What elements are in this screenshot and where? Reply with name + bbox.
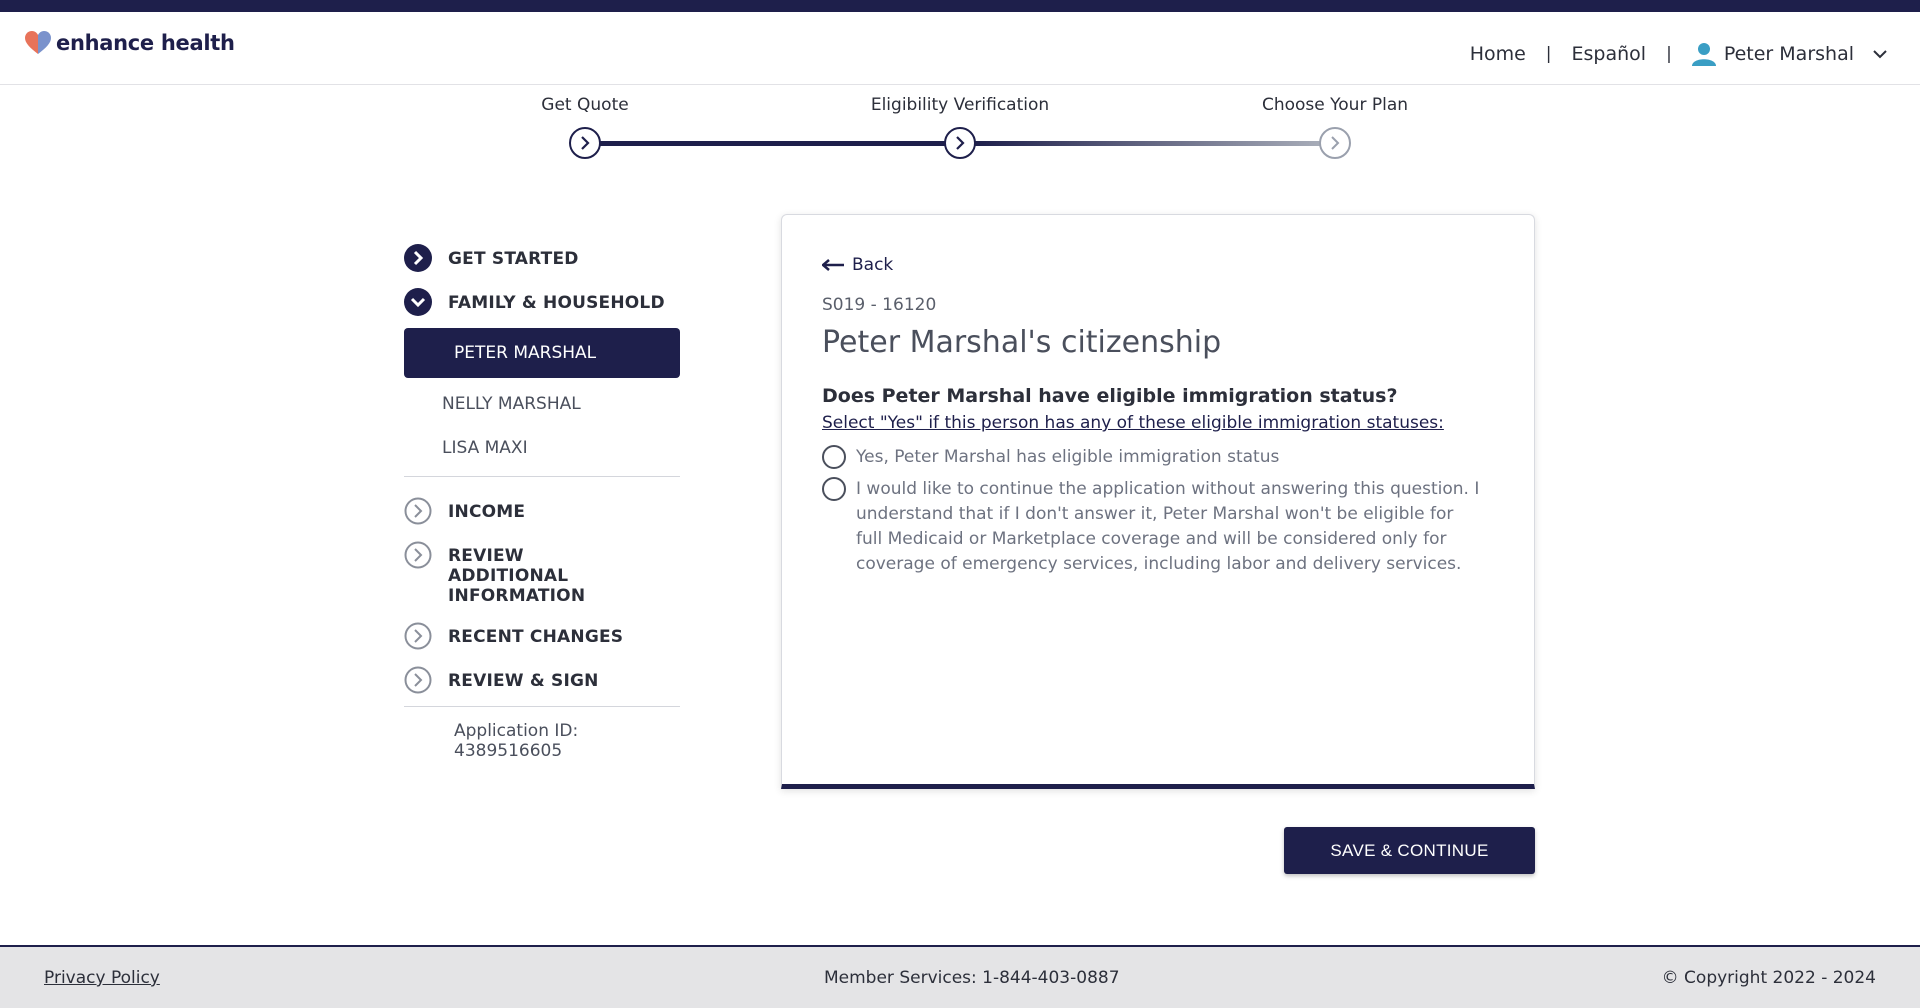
chevron-down-filled-icon: [404, 288, 432, 316]
chevron-right-icon: [581, 136, 590, 150]
sidebar-section-label: INCOME: [448, 502, 526, 522]
sidebar-member-nelly-marshal[interactable]: NELLY MARSHAL: [404, 382, 680, 426]
sidebar-divider: [404, 476, 680, 477]
question-code: S019 - 16120: [822, 295, 937, 315]
nav-separator: |: [1545, 44, 1552, 64]
sidebar-section-get-started[interactable]: GET STARTED: [404, 244, 680, 272]
logo-text: enhance health: [56, 31, 235, 55]
application-sidebar: GET STARTED FAMILY & HOUSEHOLD PETER MAR…: [404, 244, 680, 761]
question-text: Does Peter Marshal have eligible immigra…: [822, 385, 1398, 407]
option-yes-label: Yes, Peter Marshal has eligible immigrat…: [856, 447, 1280, 467]
step-choose-plan[interactable]: [1319, 127, 1351, 159]
chevron-right-icon: [956, 136, 965, 150]
copyright: © Copyright 2022 - 2024: [1661, 968, 1876, 988]
logo[interactable]: enhance health: [24, 30, 235, 56]
step-label-get-quote: Get Quote: [541, 95, 629, 115]
application-id: Application ID: 4389516605: [454, 721, 579, 761]
sidebar-section-review-additional[interactable]: REVIEW ADDITIONAL INFORMATION: [404, 541, 680, 606]
member-services: Member Services: 1-844-403-0887: [824, 968, 1120, 988]
chevron-right-outline-icon: [404, 497, 432, 525]
top-accent-strip: [0, 0, 1920, 12]
chevron-right-outline-icon: [404, 541, 432, 569]
radio-yes[interactable]: [822, 445, 846, 469]
progress-bar-complete: [600, 141, 945, 146]
user-name: Peter Marshal: [1723, 43, 1854, 65]
chevron-right-icon: [1331, 136, 1340, 150]
radio-skip[interactable]: [822, 477, 846, 501]
sidebar-section-income[interactable]: INCOME: [404, 497, 680, 525]
step-eligibility[interactable]: [944, 127, 976, 159]
user-icon: [1691, 43, 1716, 66]
top-nav: Home | Español | Peter Marshal: [1470, 42, 1888, 66]
chevron-down-icon: [1873, 50, 1887, 59]
back-link[interactable]: Back: [822, 255, 893, 275]
eligible-statuses-link[interactable]: Select "Yes" if this person has any of t…: [822, 413, 1444, 433]
heart-logo-icon: [25, 31, 51, 54]
step-label-choose-plan: Choose Your Plan: [1261, 95, 1409, 115]
chevron-right-outline-icon: [404, 622, 432, 650]
back-label: Back: [852, 255, 894, 275]
sidebar-member-lisa-maxi[interactable]: LISA MAXI: [404, 426, 680, 470]
nav-home-link[interactable]: Home: [1470, 43, 1526, 65]
sidebar-section-label: REVIEW ADDITIONAL INFORMATION: [448, 546, 586, 606]
user-menu[interactable]: Peter Marshal: [1691, 42, 1888, 66]
sidebar-divider: [404, 706, 680, 707]
privacy-policy-link[interactable]: Privacy Policy: [44, 968, 160, 988]
progress-stepper: Get Quote Eligibility Verification Choos…: [0, 85, 1920, 165]
sidebar-section-label: REVIEW & SIGN: [448, 671, 599, 691]
sidebar-member-peter-marshal[interactable]: PETER MARSHAL: [404, 328, 680, 378]
arrow-left-icon: [822, 259, 844, 271]
sidebar-section-review-sign[interactable]: REVIEW & SIGN: [404, 666, 680, 694]
site-footer: Privacy Policy Member Services: 1-844-40…: [0, 945, 1920, 1008]
option-yes[interactable]: Yes, Peter Marshal has eligible immigrat…: [822, 445, 1279, 470]
sidebar-section-recent-changes[interactable]: RECENT CHANGES: [404, 622, 680, 650]
chevron-right-filled-icon: [404, 244, 432, 272]
page-title: Peter Marshal's citizenship: [822, 325, 1222, 360]
nav-language-link[interactable]: Español: [1572, 43, 1647, 65]
option-skip-label: I would like to continue the application…: [856, 479, 1480, 574]
progress-bar-partial: [975, 141, 1320, 146]
question-card: Back S019 - 16120 Peter Marshal's citize…: [781, 214, 1535, 789]
step-label-eligibility: Eligibility Verification: [870, 95, 1050, 115]
sidebar-section-family-household[interactable]: FAMILY & HOUSEHOLD: [404, 288, 680, 316]
save-continue-button[interactable]: SAVE & CONTINUE: [1284, 827, 1535, 874]
option-skip[interactable]: I would like to continue the application…: [822, 477, 1482, 577]
step-get-quote[interactable]: [569, 127, 601, 159]
site-header: enhance health Home | Español | Peter Ma…: [0, 12, 1920, 85]
chevron-right-outline-icon: [404, 666, 432, 694]
sidebar-section-label: GET STARTED: [448, 249, 579, 269]
nav-separator: |: [1666, 44, 1672, 64]
sidebar-section-label: FAMILY & HOUSEHOLD: [448, 293, 665, 313]
sidebar-section-label: RECENT CHANGES: [448, 627, 624, 647]
